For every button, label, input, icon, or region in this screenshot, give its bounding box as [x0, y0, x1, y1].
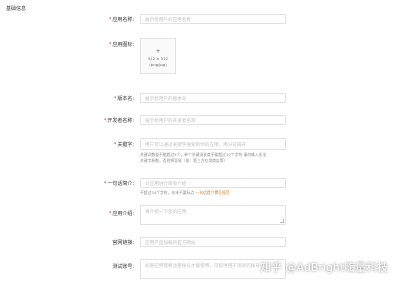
- app-icon-label: *应用图标:: [109, 41, 134, 48]
- one-liner-label: *一句话简介:: [104, 180, 134, 187]
- app-name-label-text: 应用名称:: [112, 17, 134, 23]
- required-mark: *: [108, 42, 112, 48]
- intro-label-text: 应用介绍:: [112, 211, 134, 217]
- plus-icon: +: [155, 48, 161, 55]
- one-liner-hint-text: 不超过34个字符，句末不要标点: [140, 190, 196, 195]
- keywords-hint-line2: 关键字参数，否则将导致（如：第三方应用商店等）: [140, 158, 228, 163]
- required-mark: *: [103, 181, 107, 187]
- keywords-label-text: 关键字:: [117, 142, 134, 148]
- required-mark: *: [113, 96, 117, 102]
- developer-placeholder: 展示给用户的开发者名称: [145, 119, 196, 124]
- developer-label: *开发者名称:: [104, 117, 134, 124]
- keywords-input[interactable]: 用户可以通过关键字搜索到你的应用，用分号隔开: [140, 138, 286, 150]
- required-mark: *: [108, 211, 112, 217]
- icon-format-text: (png/jpg): [149, 62, 167, 67]
- keywords-label: *关键字:: [114, 141, 134, 148]
- app-name-input[interactable]: 展示给用户的应用名称: [140, 14, 286, 24]
- test-account-label: 测试账号:: [112, 264, 134, 270]
- website-placeholder: 应用产品加载的官方网站: [145, 241, 196, 246]
- keywords-placeholder: 用户可以通过关键字搜索到你的应用，用分号隔开: [145, 143, 247, 148]
- website-input[interactable]: 应用产品加载的官方网站: [140, 237, 286, 247]
- one-liner-guide-link[interactable]: 一句话提介撰写规范: [195, 190, 229, 195]
- required-mark: *: [103, 118, 107, 124]
- one-liner-input[interactable]: 对应用进行简单介绍: [140, 178, 286, 188]
- icon-size-text: 512 × 512: [147, 56, 169, 61]
- required-mark: *: [113, 142, 117, 148]
- resize-grip-icon[interactable]: [280, 219, 284, 223]
- test-account-placeholder: 如果应用需要注册账号才能使用，可提供用于测试的账号: [145, 264, 260, 269]
- version-label: *版本名:: [114, 95, 134, 102]
- intro-textarea[interactable]: 请介绍一下您的应用: [140, 205, 286, 225]
- intro-placeholder: 请介绍一下您的应用: [145, 210, 187, 215]
- one-liner-label-text: 一句话简介:: [107, 181, 134, 187]
- app-name-label: *应用名称:: [109, 16, 134, 23]
- required-mark: *: [108, 17, 112, 23]
- app-icon-upload[interactable]: + 512 × 512 (png/jpg): [140, 38, 176, 74]
- website-label: 官网链接:: [112, 240, 134, 246]
- one-liner-placeholder: 对应用进行简单介绍: [145, 182, 187, 187]
- one-liner-hint: 不超过34个字符，句末不要标点 一句话提介撰写规范: [140, 190, 230, 196]
- app-icon-label-text: 应用图标:: [112, 42, 134, 48]
- watermark: 知乎 @AdBright嗨量科技: [260, 261, 389, 274]
- app-name-placeholder: 展示给用户的应用名称: [145, 18, 191, 23]
- version-label-text: 版本名:: [117, 96, 134, 102]
- version-placeholder: 展示给用户的版本号: [145, 97, 187, 102]
- developer-label-text: 开发者名称:: [107, 118, 134, 124]
- version-input[interactable]: 展示给用户的版本号: [140, 93, 286, 103]
- developer-input[interactable]: 展示给用户的开发者名称: [140, 115, 286, 125]
- section-title: 基础信息: [6, 6, 27, 12]
- intro-label: *应用介绍:: [109, 210, 134, 217]
